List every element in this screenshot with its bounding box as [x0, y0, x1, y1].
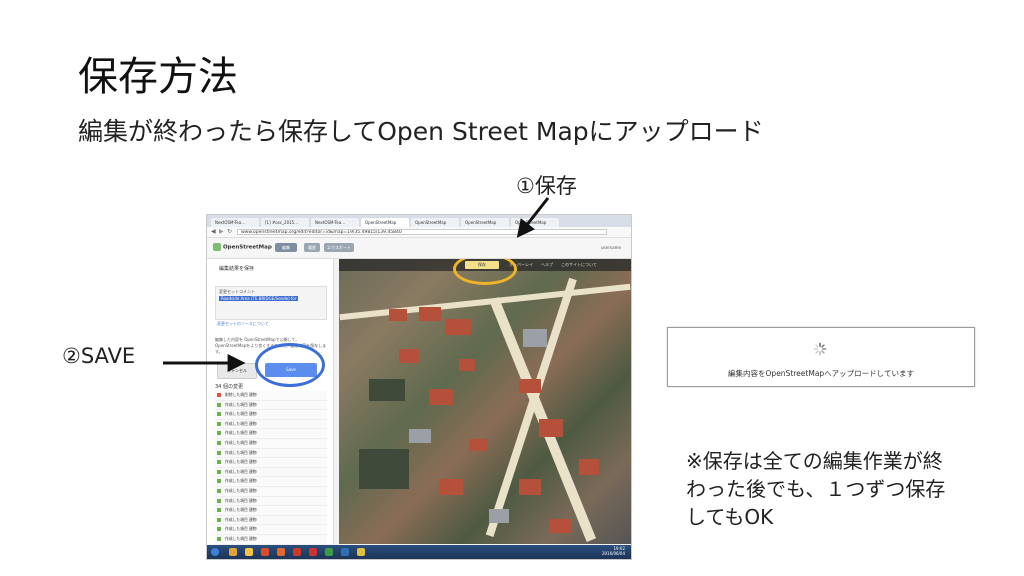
arrows-overlay — [163, 197, 550, 372]
save-arrow — [516, 197, 550, 238]
